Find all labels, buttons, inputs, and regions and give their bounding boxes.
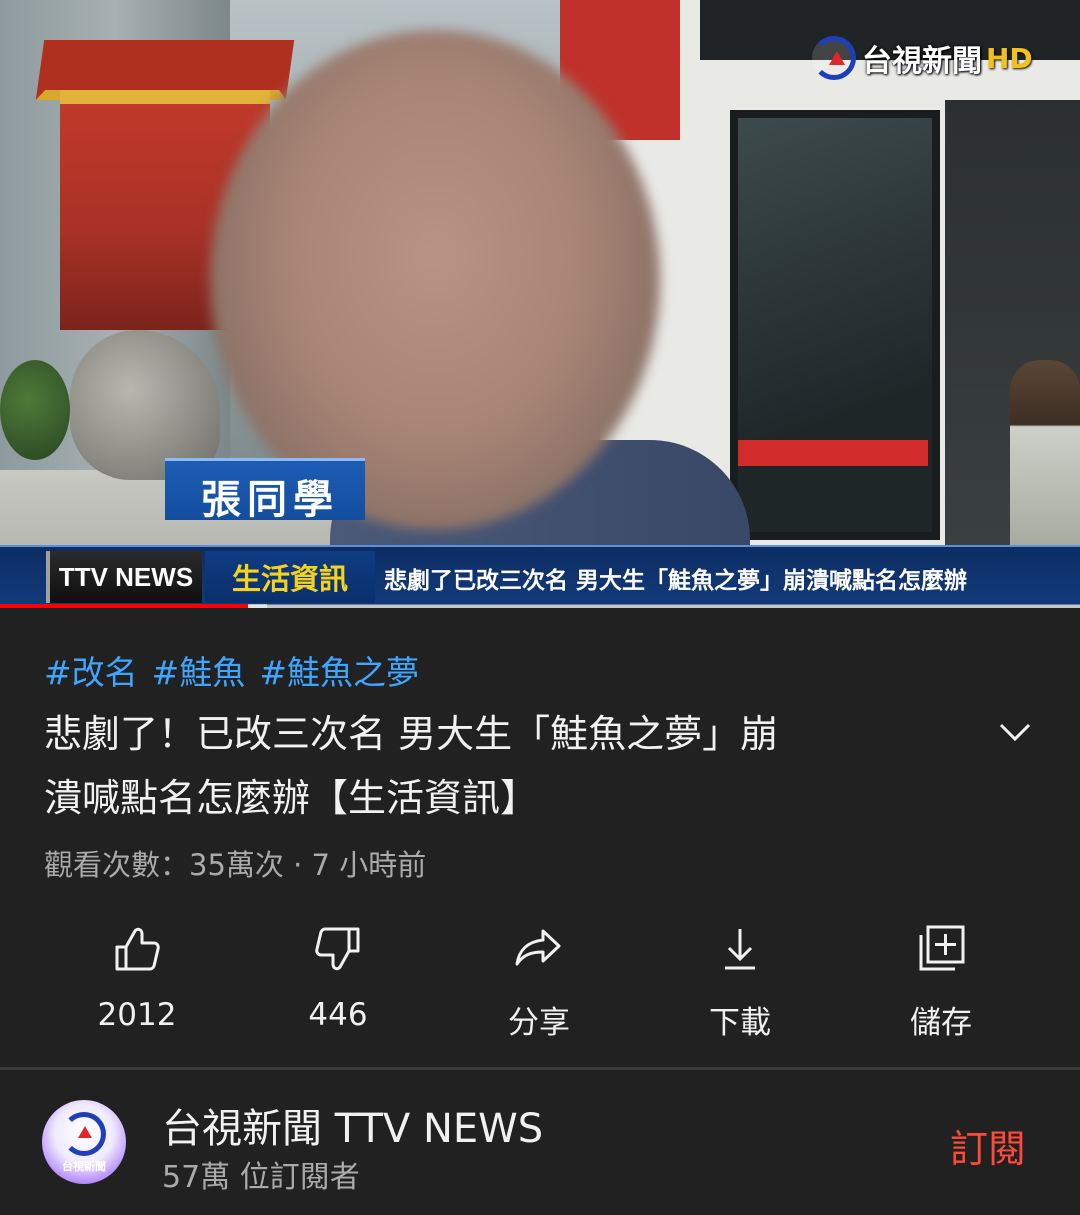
ttv-logo-icon bbox=[812, 36, 856, 80]
dislike-button[interactable]: 446 bbox=[238, 915, 438, 1045]
download-label: 下載 bbox=[709, 1005, 771, 1041]
video-frame-bystander bbox=[1010, 360, 1080, 545]
video-frame-window-bar bbox=[738, 440, 928, 466]
video-progress-bar[interactable] bbox=[0, 604, 1080, 608]
save-playlist-icon bbox=[919, 925, 965, 971]
ticker-category: 生活資訊 bbox=[205, 551, 375, 603]
interviewee-nameplate: 張同學 bbox=[165, 458, 365, 523]
save-label: 儲存 bbox=[910, 1005, 972, 1041]
subscriber-count: 57萬 位訂閱者 bbox=[162, 1160, 360, 1195]
broadcaster-logo-hd: HD bbox=[986, 41, 1033, 75]
interviewee-name: 張同學 bbox=[201, 477, 339, 523]
ttv-logo-icon bbox=[62, 1112, 106, 1156]
ticker-brand-text: TTV NEWS bbox=[58, 561, 194, 592]
download-icon bbox=[725, 929, 755, 970]
thumbs-up-icon bbox=[115, 927, 160, 971]
channel-avatar[interactable]: 台視新聞 bbox=[42, 1100, 126, 1184]
share-label: 分享 bbox=[508, 1005, 570, 1041]
video-frame-window bbox=[730, 110, 940, 540]
video-title-line-1: 悲劇了！已改三次名 男大生「鮭魚之夢」崩 bbox=[44, 712, 779, 756]
hashtag-link[interactable]: #鮭魚 bbox=[152, 653, 246, 692]
video-meta: 觀看次數：35萬次 · 7 小時前 bbox=[44, 848, 427, 882]
video-frame-plant bbox=[0, 360, 70, 460]
ticker-headline: 悲劇了已改三次名 男大生「鮭魚之夢」崩潰喊點名怎麼辦 bbox=[384, 568, 968, 594]
blurred-face bbox=[210, 30, 660, 530]
video-title[interactable]: 悲劇了！已改三次名 男大生「鮭魚之夢」崩 潰喊點名怎麼辦【生活資訊】 bbox=[44, 702, 924, 830]
progress-buffered bbox=[248, 604, 267, 608]
ticker-brand: TTV NEWS bbox=[46, 551, 202, 603]
section-divider bbox=[0, 1067, 1080, 1070]
video-player[interactable]: 台視新聞 HD 張同學 TTV NEWS 生活資訊 悲劇了已改三次名 男大生「鮭… bbox=[0, 0, 1080, 608]
thumbs-down-icon bbox=[315, 927, 360, 971]
channel-name[interactable]: 台視新聞 TTV NEWS bbox=[162, 1096, 543, 1154]
hashtag-link[interactable]: #改名 bbox=[44, 653, 138, 692]
like-count: 2012 bbox=[97, 997, 177, 1033]
download-button[interactable]: 下載 bbox=[640, 915, 840, 1045]
video-title-line-2: 潰喊點名怎麼辦【生活資訊】 bbox=[44, 776, 539, 820]
progress-played bbox=[0, 604, 248, 608]
action-bar: 2012 446 分享 下載 儲存 bbox=[0, 915, 1080, 1045]
broadcaster-logo: 台視新聞 HD bbox=[812, 32, 1033, 84]
news-ticker: TTV NEWS 生活資訊 悲劇了已改三次名 男大生「鮭魚之夢」崩潰喊點名怎麼辦 bbox=[0, 545, 1080, 605]
save-button[interactable]: 儲存 bbox=[841, 915, 1041, 1045]
like-button[interactable]: 2012 bbox=[37, 915, 237, 1045]
ticker-category-text: 生活資訊 bbox=[231, 562, 348, 596]
hashtag-link[interactable]: #鮭魚之夢 bbox=[259, 653, 419, 692]
hashtag-list: #改名 #鮭魚 #鮭魚之夢 bbox=[44, 646, 433, 694]
share-icon bbox=[515, 929, 561, 966]
broadcaster-logo-text: 台視新聞 bbox=[862, 44, 982, 79]
share-button[interactable]: 分享 bbox=[439, 915, 639, 1045]
chevron-down-icon[interactable] bbox=[995, 712, 1035, 752]
channel-avatar-text: 台視新聞 bbox=[62, 1160, 106, 1173]
subscribe-button[interactable]: 訂閱 bbox=[950, 1118, 1026, 1173]
dislike-count: 446 bbox=[308, 997, 368, 1033]
